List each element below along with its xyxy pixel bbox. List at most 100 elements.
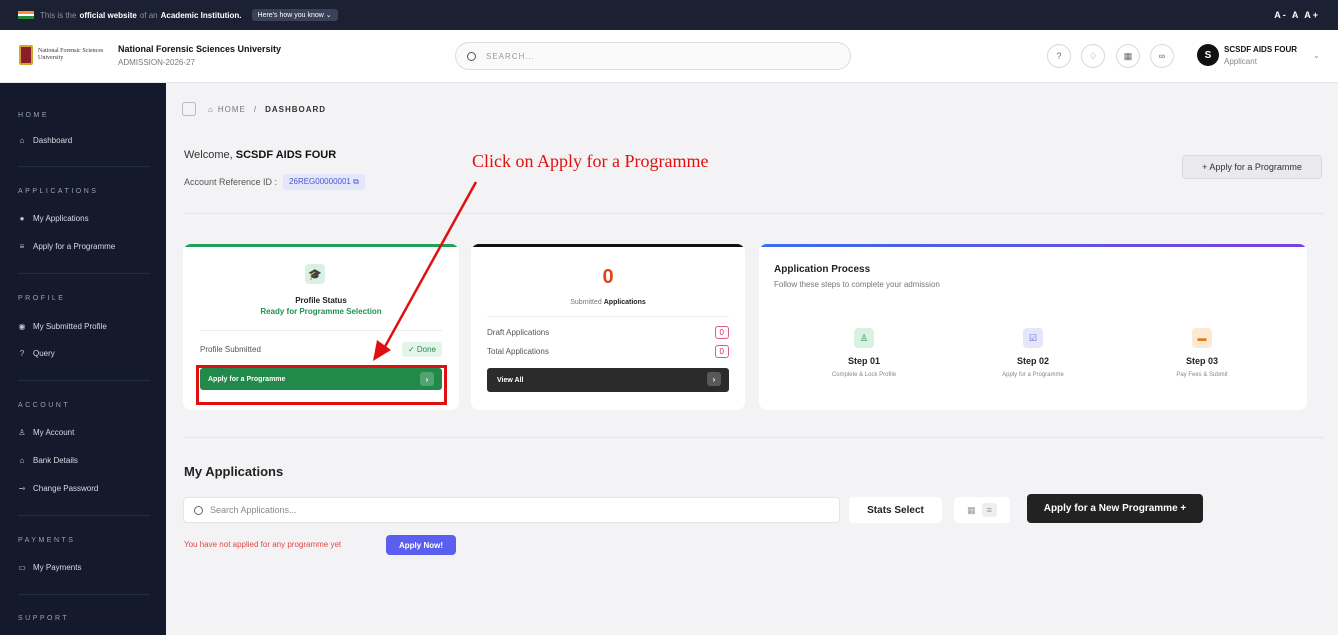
copy-icon[interactable]: ⧉ — [353, 177, 359, 186]
step-title: Step 03 — [1185, 356, 1218, 366]
how-you-know-button[interactable]: Here's how you know ⌄ — [251, 9, 338, 21]
process-title: Application Process — [774, 264, 871, 275]
submitted-count: 0 — [602, 266, 614, 288]
gov-official: official website — [79, 10, 137, 20]
applications-search-input[interactable]: Search Applications... — [183, 497, 840, 523]
empty-applications-message: You have not applied for any programme y… — [184, 540, 342, 549]
account-ref-label: Account Reference ID : — [184, 177, 278, 187]
divider — [18, 166, 150, 167]
user-icon: ♙ — [18, 428, 26, 437]
sidebar-item-label: My Payments — [33, 563, 82, 572]
user-role: Applicant — [1224, 57, 1257, 66]
application-process-card: Application Process Follow these steps t… — [759, 244, 1307, 410]
sidebar-item-dashboard[interactable]: ⌂ Dashboard — [18, 136, 73, 145]
apply-new-programme-button[interactable]: Apply for a New Programme + — [1027, 494, 1203, 523]
sidebar-item-query[interactable]: ? Query — [18, 349, 55, 358]
sidebar-section-payments: PAYMENTS — [18, 537, 76, 544]
annotation-highlight-box — [196, 365, 447, 405]
divider — [18, 515, 150, 516]
university-name: National Forensic Sciences University — [118, 44, 282, 54]
stats-select-dropdown[interactable]: Stats Select — [849, 497, 942, 523]
step-desc: Pay Fees & Submit — [1176, 372, 1228, 378]
apply-now-button[interactable]: Apply Now! — [386, 535, 456, 555]
gov-banner: This is the official website of an Acade… — [0, 0, 1338, 30]
view-all-button[interactable]: View All › — [487, 368, 729, 392]
breadcrumb-home[interactable]: HOME — [218, 105, 246, 114]
step-desc: Complete & Lock Profile — [831, 372, 897, 378]
sidebar-item-label: Dashboard — [33, 136, 73, 145]
bell-icon[interactable]: ♢ — [1081, 44, 1105, 68]
main-content: ⌂ HOME / DASHBOARD Welcome, SCSDF AIDS F… — [166, 83, 1338, 635]
sidebar-item-my-applications[interactable]: ● My Applications — [18, 214, 89, 223]
sidebar-item-submitted-profile[interactable]: ◉ My Submitted Profile — [18, 322, 107, 331]
sidebar-section-profile: PROFILE — [18, 295, 66, 302]
gov-institution: Academic Institution. — [160, 10, 242, 20]
apply-programme-top-button[interactable]: + Apply for a Programme — [1182, 155, 1322, 179]
font-size-controls[interactable]: A- A A+ — [1274, 10, 1320, 20]
process-subtitle: Follow these steps to complete your admi… — [774, 280, 940, 289]
sidebar-item-label: Apply for a Programme — [33, 242, 116, 251]
logo-text: National Forensic Sciences University — [38, 48, 104, 61]
sidebar-item-my-payments[interactable]: ▭ My Payments — [18, 563, 81, 572]
view-all-label: View All — [497, 376, 524, 384]
list-view-icon[interactable]: ≡ — [981, 503, 997, 517]
account-ref-value: 26REG00000001 — [289, 177, 351, 186]
profile-submitted-label: Profile Submitted — [200, 345, 261, 354]
chevron-down-icon[interactable]: ⌄ — [1313, 51, 1320, 60]
grid-apps-icon[interactable]: ▦ — [1116, 44, 1140, 68]
profile-status-value: Ready for Programme Selection — [260, 307, 382, 316]
card-icon: ▭ — [18, 563, 26, 572]
india-flag-icon — [18, 11, 34, 20]
submitted-caption-prefix: Submitted — [570, 299, 602, 306]
view-toggle: ▦ ≡ — [954, 497, 1010, 523]
sidebar-item-my-account[interactable]: ♙ My Account — [18, 428, 74, 437]
step-1: ♙ Step 01 Complete & Lock Profile — [804, 328, 924, 378]
sidebar-section-account: ACCOUNT — [18, 402, 71, 409]
draft-applications-label: Draft Applications — [487, 328, 550, 337]
eye-icon: ◉ — [18, 322, 26, 331]
chevron-right-icon: › — [707, 372, 721, 386]
avatar[interactable]: S — [1197, 44, 1219, 66]
global-search-input[interactable]: SEARCH... — [455, 42, 851, 70]
step-title: Step 02 — [1016, 356, 1049, 366]
search-icon — [194, 505, 203, 515]
status-badge: ✓ Done — [401, 342, 442, 357]
sidebar-item-label: Bank Details — [33, 456, 78, 465]
user-plus-icon: ♙ — [854, 328, 874, 348]
total-applications-label: Total Applications — [487, 347, 549, 356]
card-accent-bar — [759, 244, 1307, 247]
circle-icon: ● — [19, 214, 25, 223]
question-icon: ? — [19, 349, 25, 358]
annotation-text: Click on Apply for a Programme — [472, 151, 709, 171]
user-name[interactable]: SCSDF AIDS FOUR — [1224, 45, 1297, 54]
sidebar-section-applications: APPLICATIONS — [18, 188, 99, 195]
card-accent-bar — [183, 244, 459, 247]
link-icon[interactable]: ∞ — [1150, 44, 1174, 68]
sidebar-item-change-password[interactable]: ⊸ Change Password — [18, 484, 99, 493]
top-header: National Forensic Sciences University Na… — [0, 30, 1338, 83]
home-icon: ⌂ — [19, 136, 25, 145]
sidebar-toggle-icon[interactable] — [182, 102, 196, 116]
total-count-badge: 0 — [714, 345, 729, 358]
total-applications-row: Total Applications 0 — [487, 345, 729, 358]
step-title: Step 01 — [847, 356, 880, 366]
grid-view-icon[interactable]: ▦ — [967, 505, 976, 516]
draft-applications-row: Draft Applications 0 — [487, 326, 729, 339]
account-ref-id[interactable]: 26REG00000001 ⧉ — [283, 174, 365, 190]
step-2: ☑ Step 02 Apply for a Programme — [973, 328, 1093, 378]
sidebar: HOME ⌂ Dashboard APPLICATIONS ● My Applica… — [0, 83, 166, 635]
card-accent-bar — [471, 244, 745, 247]
sidebar-item-label: My Submitted Profile — [33, 322, 107, 331]
crest-icon — [19, 45, 34, 65]
draft-count-badge: 0 — [714, 326, 729, 339]
university-logo[interactable]: National Forensic Sciences University — [19, 39, 115, 71]
help-icon[interactable]: ? — [1047, 44, 1071, 68]
sidebar-item-bank-details[interactable]: ⌂ Bank Details — [18, 456, 78, 465]
account-reference: Account Reference ID : 26REG00000001 ⧉ — [184, 174, 365, 190]
sidebar-item-apply-programme[interactable]: ≡ Apply for a Programme — [18, 242, 116, 251]
divider — [18, 594, 150, 595]
applications-search-placeholder: Search Applications... — [210, 505, 297, 515]
profile-submitted-row: Profile Submitted ✓ Done — [200, 342, 442, 357]
divider — [200, 330, 442, 331]
global-search-placeholder: SEARCH... — [486, 51, 536, 61]
